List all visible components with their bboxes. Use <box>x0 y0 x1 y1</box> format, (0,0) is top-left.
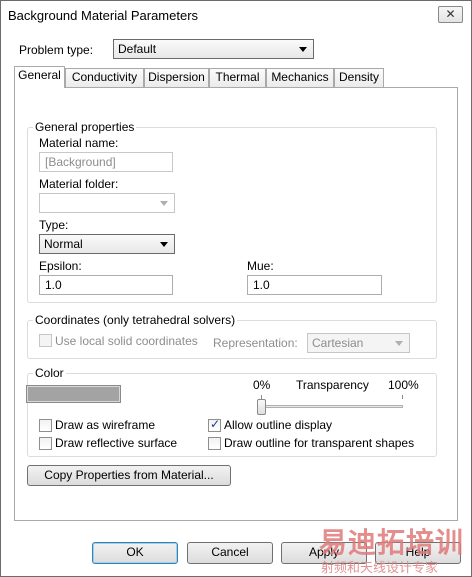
watermark-subtext: 射频和天线设计专家 <box>321 561 439 576</box>
allow-outline-checkbox[interactable]: ✓ <box>208 417 221 432</box>
chevron-down-icon <box>395 341 403 346</box>
tab-label: Density <box>338 70 379 84</box>
material-name-field[interactable]: [Background] <box>39 152 173 172</box>
cancel-label: Cancel <box>211 545 249 559</box>
draw-wireframe-checkbox[interactable] <box>39 419 52 432</box>
use-local-coordinates-label: Use local solid coordinates <box>55 334 198 348</box>
mue-field[interactable]: 1.0 <box>247 275 382 295</box>
transparency-max-label: 100% <box>388 378 419 392</box>
epsilon-label: Epsilon: <box>39 259 82 273</box>
copy-properties-button[interactable]: Copy Properties from Material... <box>27 465 231 486</box>
draw-outline-transparent-checkbox[interactable] <box>208 437 221 450</box>
draw-wireframe-label: Draw as wireframe <box>55 418 156 432</box>
material-name-value: [Background] <box>45 155 116 169</box>
problem-type-value: Default <box>118 42 157 56</box>
type-label: Type: <box>39 218 69 232</box>
tab-density[interactable]: Density <box>334 68 384 87</box>
tab-thermal[interactable]: Thermal <box>209 68 266 87</box>
tab-label: Dispersion <box>148 70 205 84</box>
tab-conductivity[interactable]: Conductivity <box>65 68 144 87</box>
coordinates-group-label: Coordinates (only tetrahedral solvers) <box>33 313 238 327</box>
allow-outline-label: Allow outline display <box>224 418 333 432</box>
ok-button[interactable]: OK <box>92 542 178 564</box>
problem-type-select[interactable]: Default <box>113 39 314 59</box>
draw-outline-transparent-label: Draw outline for transparent shapes <box>224 436 415 450</box>
material-name-label: Material name: <box>39 136 119 150</box>
window-title: Background Material Parameters <box>8 8 199 23</box>
close-button[interactable]: ✕ <box>438 6 463 23</box>
representation-label: Representation: <box>213 336 298 350</box>
type-value: Normal <box>44 237 83 251</box>
epsilon-field[interactable]: 1.0 <box>39 275 173 295</box>
tab-label: Conductivity <box>71 70 138 84</box>
cancel-button[interactable]: Cancel <box>187 542 273 564</box>
dialog-window: Background Material Parameters ✕ Problem… <box>0 0 472 577</box>
material-folder-label: Material folder: <box>39 177 119 191</box>
general-properties-label: General properties <box>33 120 137 134</box>
mue-label: Mue: <box>247 259 274 273</box>
transparency-min-label: 0% <box>253 378 271 392</box>
chevron-down-icon <box>299 47 307 52</box>
tab-label: Thermal <box>215 70 260 84</box>
color-swatch-button[interactable] <box>26 385 121 403</box>
type-select[interactable]: Normal <box>39 234 175 254</box>
tab-label: Mechanics <box>271 70 329 84</box>
problem-type-label: Problem type: <box>19 43 94 57</box>
ok-label: OK <box>126 545 144 559</box>
watermark-text: 易迪拓培训 <box>319 526 465 559</box>
draw-reflective-checkbox[interactable] <box>39 437 52 450</box>
chevron-down-icon <box>160 242 168 247</box>
color-group-label: Color <box>33 366 66 380</box>
checkmark-icon: ✓ <box>210 417 221 431</box>
copy-properties-label: Copy Properties from Material... <box>44 468 214 482</box>
material-folder-select[interactable] <box>39 193 175 213</box>
use-local-coordinates-checkbox[interactable] <box>39 334 52 347</box>
representation-select[interactable]: Cartesian <box>307 333 410 353</box>
chevron-down-icon <box>160 201 168 206</box>
tab-label: General <box>18 68 61 82</box>
mue-value: 1.0 <box>253 278 270 292</box>
tab-mechanics[interactable]: Mechanics <box>266 68 334 87</box>
epsilon-value: 1.0 <box>45 278 62 292</box>
tab-dispersion[interactable]: Dispersion <box>144 68 209 87</box>
representation-value: Cartesian <box>312 336 364 350</box>
tab-general[interactable]: General <box>14 66 65 88</box>
draw-reflective-label: Draw reflective surface <box>55 436 178 450</box>
close-icon: ✕ <box>445 7 456 21</box>
transparency-label: Transparency <box>296 378 369 392</box>
transparency-slider-thumb[interactable] <box>257 399 266 415</box>
transparency-slider-track[interactable] <box>257 405 403 408</box>
title-bar: Background Material Parameters ✕ <box>1 1 471 29</box>
slider-tick <box>402 395 403 399</box>
